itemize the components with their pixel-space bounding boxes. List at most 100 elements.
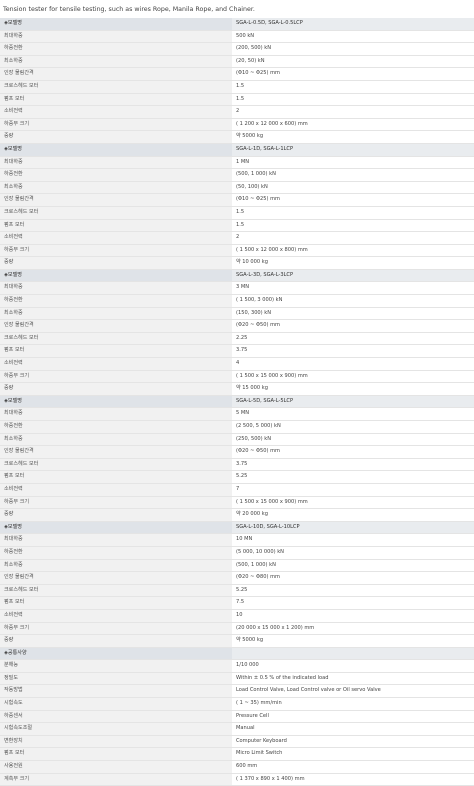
spec-value: 5.25 — [232, 584, 474, 598]
spec-row: 소비전력 10 — [0, 609, 474, 623]
spec-label: 최소하중 — [0, 559, 232, 573]
spec-value: (200, 500) kN — [232, 42, 474, 56]
spec-row: 인장 물림간격 (Φ20 ~ Φ50) mm — [0, 445, 474, 459]
spec-value: 5 MN — [232, 407, 474, 421]
spec-row: 소비전력 7 — [0, 483, 474, 497]
section-header-row: ◈모델명 SGA-L-1D, SGA-L-1LCP — [0, 143, 474, 157]
spec-label: 최대하중 — [0, 156, 232, 170]
spec-value: 약 5000 kg — [232, 634, 474, 648]
spec-value: 600 mm — [232, 760, 474, 774]
spec-row: 사용전원 600 mm — [0, 760, 474, 774]
spec-row: 최대하중 5 MN — [0, 407, 474, 421]
spec-row: 펌프 모터 1.5 — [0, 219, 474, 233]
spec-value: 7.5 — [232, 596, 474, 610]
spec-row: 최소하중 (20, 50) kN — [0, 55, 474, 69]
spec-label: 작동방법 — [0, 684, 232, 699]
spec-value: (Φ10 ~ Φ25) mm — [232, 67, 474, 81]
spec-value: Load Control Valve, Load Control valve o… — [232, 684, 474, 699]
spec-row: 하중부 크기( 1 500 x 12 000 x 800) mm — [0, 244, 474, 258]
spec-label: 소비전력 — [0, 105, 232, 119]
spec-label: 크로스헤드 모터 — [0, 584, 232, 598]
spec-value: 1.5 — [232, 80, 474, 94]
spec-value: Pressure Cell — [232, 710, 474, 724]
spec-label: 중량 — [0, 634, 232, 648]
spec-value: (150, 300) kN — [232, 307, 474, 321]
spec-label: 최소하중 — [0, 181, 232, 195]
spec-label: 인장 물림간격 — [0, 193, 232, 207]
section-header-row: ◈모델명 SGA-L-10D, SGA-L-10LCP — [0, 521, 474, 535]
spec-row: 펌프 모터 3.75 — [0, 344, 474, 359]
spec-label: 하중전환 — [0, 168, 232, 182]
spec-value: 약 20 000 kg — [232, 508, 474, 522]
spec-label: 변환장치 — [0, 735, 232, 749]
spec-row: 소비전력 2 — [0, 105, 474, 119]
spec-row: 최대하중 500 kN — [0, 30, 474, 44]
spec-label: 펌프 모터 — [0, 747, 232, 762]
spec-label: 하중부 크기 — [0, 370, 232, 384]
spec-value: Within ± 0.5 % of the indicated load — [232, 672, 474, 686]
spec-row: 분해능 1/10 000 — [0, 659, 474, 673]
spec-label: 사용전원 — [0, 760, 232, 774]
spec-label: 계측부 크기 — [0, 773, 232, 786]
spec-value: (500, 1 000) kN — [232, 559, 474, 573]
section-title: ◈공통사양 — [0, 647, 232, 661]
spec-label: 중량 — [0, 382, 232, 396]
spec-value: (50, 100) kN — [232, 181, 474, 195]
spec-value: (Φ10 ~ Φ25) mm — [232, 193, 474, 207]
spec-row: 중량 약 5000 kg — [0, 634, 474, 648]
spec-row: 하중부 크기( 1 500 x 15 000 x 900) mm — [0, 370, 474, 384]
spec-table: ◈모델명 SGA-L-0.5D, SGA-L-0.5LCP 최대하중 500 kN 하중… — [0, 18, 474, 786]
spec-value: (20 000 x 15 000 x 1 200) mm — [232, 622, 474, 636]
spec-value: (Φ20 ~ Φ80) mm — [232, 571, 474, 585]
spec-value: 4 — [232, 357, 474, 371]
spec-label: 인장 물림간격 — [0, 67, 232, 81]
model-names: SGA-L-0.5D, SGA-L-0.5LCP — [232, 18, 474, 31]
spec-row: 최소하중 (250, 500) kN — [0, 433, 474, 447]
spec-label: 크로스헤드 모터 — [0, 206, 232, 220]
spec-row: 크로스헤드 모터 3.75 — [0, 458, 474, 472]
spec-value: ( 1 200 x 12 000 x 600) mm — [232, 118, 474, 132]
spec-label: 최소하중 — [0, 307, 232, 321]
spec-row: 최대하중 10 MN — [0, 533, 474, 547]
spec-label: 하중전환 — [0, 42, 232, 56]
spec-value: 1.5 — [232, 206, 474, 220]
spec-row: 계측부 크기( 1 370 x 890 x 1 400) mm — [0, 773, 474, 786]
spec-row: 작동방법 Load Control Valve, Load Control val… — [0, 684, 474, 699]
spec-label: 하중전환 — [0, 294, 232, 308]
section-title: ◈모델명 — [0, 143, 232, 157]
spec-row: 하중전환 (200, 500) kN — [0, 42, 474, 56]
intro-text: Tension tester for tensile testing, such… — [3, 6, 255, 13]
model-names: SGA-L-3D, SGA-L-3LCP — [232, 269, 474, 283]
spec-label: 하중부 크기 — [0, 622, 232, 636]
spec-value: (5 000, 10 000) kN — [232, 546, 474, 560]
spec-row: 크로스헤드 모터 2.25 — [0, 332, 474, 346]
spec-value: 1.5 — [232, 219, 474, 233]
spec-row: 하중부 크기 (20 000 x 15 000 x 1 200) mm — [0, 622, 474, 636]
spec-label: 하중전환 — [0, 420, 232, 434]
spec-value: (20, 50) kN — [232, 55, 474, 69]
spec-value: ( 1 500, 3 000) kN — [232, 294, 474, 308]
spec-row: 하중전환 (500, 1 000) kN — [0, 168, 474, 182]
spec-row: 하중부 크기( 1 200 x 12 000 x 600) mm — [0, 118, 474, 132]
spec-row: 최소하중 (500, 1 000) kN — [0, 559, 474, 573]
spec-label: 크로스헤드 모터 — [0, 458, 232, 472]
spec-row: 중량 약 20 000 kg — [0, 508, 474, 522]
spec-label: 하중부 크기 — [0, 118, 232, 132]
spec-label: 인장 물림간격 — [0, 571, 232, 585]
spec-value: 약 15 000 kg — [232, 382, 474, 396]
section-header-row: ◈모델명 SGA-L-0.5D, SGA-L-0.5LCP — [0, 18, 474, 31]
spec-label: 펌프 모터 — [0, 596, 232, 610]
spec-label: 중량 — [0, 508, 232, 522]
spec-value: (Φ20 ~ Φ50) mm — [232, 319, 474, 333]
spec-row: 크로스헤드 모터 1.5 — [0, 206, 474, 220]
spec-label: 시험속도 — [0, 697, 232, 711]
spec-row: 펌프 모터 7.5 — [0, 596, 474, 610]
spec-label: 인장 물림간격 — [0, 319, 232, 333]
spec-value: 2 — [232, 105, 474, 119]
spec-row: 정밀도 Within ± 0.5 % of the indicated load — [0, 672, 474, 686]
section-title: ◈모델명 — [0, 269, 232, 283]
section-title: ◈모델명 — [0, 521, 232, 535]
spec-label: 소비전력 — [0, 483, 232, 497]
spec-row: 인장 물림간격 (Φ10 ~ Φ25) mm — [0, 193, 474, 207]
spec-label: 소비전력 — [0, 231, 232, 245]
